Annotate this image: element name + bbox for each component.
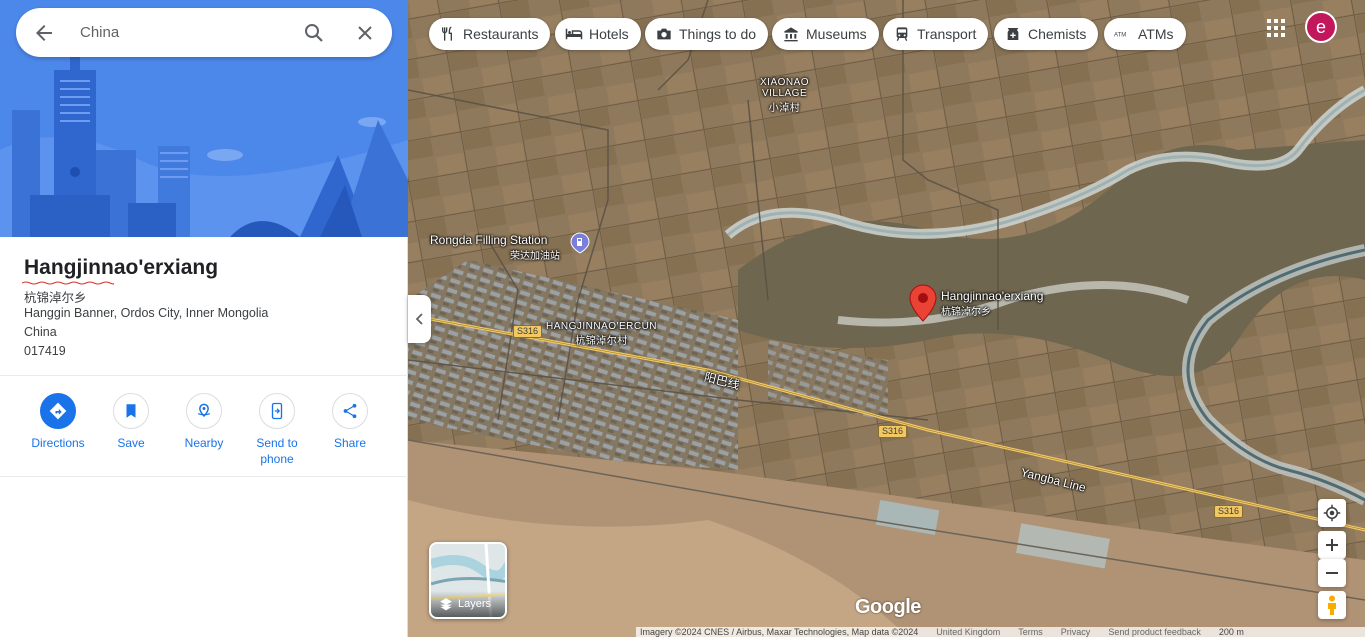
close-icon[interactable] <box>353 21 377 45</box>
atm-icon: ATM <box>1114 25 1132 43</box>
send-to-phone-icon <box>259 393 295 429</box>
fuel-station-pin-icon[interactable] <box>570 232 590 254</box>
directions-button[interactable]: Directions <box>26 393 90 451</box>
back-arrow-icon[interactable] <box>32 21 56 45</box>
camera-icon <box>655 25 673 43</box>
chip-label: Transport <box>917 26 977 42</box>
layers-icon <box>440 598 452 611</box>
chip-label: Museums <box>806 26 867 42</box>
directions-label: Directions <box>31 436 85 450</box>
save-button[interactable]: Save <box>99 393 163 451</box>
transport-icon <box>893 25 911 43</box>
directions-icon <box>40 393 76 429</box>
location-pin-icon[interactable] <box>908 284 938 322</box>
my-location-button[interactable] <box>1318 499 1346 527</box>
share-label: Share <box>333 436 367 450</box>
restaurant-icon <box>439 25 457 43</box>
pharmacy-icon <box>1004 25 1022 43</box>
chip-label: Hotels <box>589 26 629 42</box>
map-label-station[interactable]: Rongda Filling Station 荣达加油站 <box>430 233 560 262</box>
road-shield: S316 <box>878 425 908 438</box>
pin-name-cn: 杭锦淖尔乡 <box>941 307 991 318</box>
avatar-initial: e <box>1315 16 1326 37</box>
apps-grid-icon[interactable] <box>1265 17 1287 39</box>
layers-button[interactable]: Layers <box>429 542 507 619</box>
minus-icon <box>1326 572 1338 574</box>
google-logo: Google <box>855 596 921 618</box>
place-postcode: 017419 <box>24 344 66 358</box>
town-name-cn: 杭锦淖尔村 <box>575 336 628 347</box>
chip-hotels[interactable]: Hotels <box>555 18 641 50</box>
chip-transport[interactable]: Transport <box>883 18 989 50</box>
divider <box>0 476 408 477</box>
place-native-name: 杭锦淖尔乡 <box>24 291 87 305</box>
chip-label: ATMs <box>1138 26 1174 42</box>
share-icon <box>332 393 368 429</box>
chip-restaurants[interactable]: Restaurants <box>429 18 551 50</box>
region-link[interactable]: United Kingdom <box>936 627 1000 637</box>
search-input[interactable] <box>80 20 290 45</box>
share-button[interactable]: Share <box>318 393 382 451</box>
layers-label: Layers <box>458 598 492 610</box>
send-to-phone-label: Send to phone <box>256 436 298 466</box>
place-title: Hangjinnao'erxiang <box>24 256 219 279</box>
feedback-link[interactable]: Send product feedback <box>1108 627 1201 637</box>
svg-text:ATM: ATM <box>1114 32 1126 38</box>
map-label-pin[interactable]: Hangjinnao'erxiang 杭锦淖尔乡 <box>941 289 1043 318</box>
nearby-icon <box>186 393 222 429</box>
account-avatar[interactable]: e <box>1305 11 1337 43</box>
village-name-line1: XIAONAO <box>760 77 810 88</box>
privacy-link[interactable]: Privacy <box>1061 627 1091 637</box>
spellcheck-underline <box>22 281 114 285</box>
chip-things-to-do[interactable]: Things to do <box>645 18 769 50</box>
pin-name: Hangjinnao'erxiang <box>941 289 1044 303</box>
imagery-credit: Imagery ©2024 CNES / Airbus, Maxar Techn… <box>640 627 919 637</box>
map-imagery <box>408 0 1365 637</box>
divider <box>0 375 408 376</box>
crosshair-icon <box>1323 504 1341 522</box>
zoom-in-button[interactable] <box>1318 531 1346 559</box>
map-label-town[interactable]: HANGJINNAO'ERCUN 杭锦淖尔村 <box>546 321 657 347</box>
bookmark-icon <box>113 393 149 429</box>
map-footer: Imagery ©2024 CNES / Airbus, Maxar Techn… <box>636 627 1365 637</box>
road-shield: S316 <box>1214 505 1244 518</box>
chip-museums[interactable]: Museums <box>772 18 879 50</box>
hotel-icon <box>565 25 583 43</box>
plus-icon <box>1326 539 1338 551</box>
scale-label[interactable]: 200 m <box>1219 627 1244 637</box>
chip-label: Chemists <box>1028 26 1087 42</box>
town-name: HANGJINNAO'ERCUN <box>546 321 658 332</box>
village-name-line2: VILLAGE <box>761 88 808 99</box>
search-box <box>16 8 392 57</box>
map-label-village[interactable]: XIAONAO VILLAGE 小淖村 <box>760 77 809 114</box>
village-name-cn: 小淖村 <box>768 103 801 114</box>
zoom-out-button[interactable] <box>1318 559 1346 587</box>
nearby-button[interactable]: Nearby <box>172 393 236 451</box>
museum-icon <box>782 25 800 43</box>
place-panel: Hangjinnao'erxiang 杭锦淖尔乡 Hanggin Banner,… <box>0 0 408 637</box>
chevron-left-icon <box>415 313 423 325</box>
place-address: Hanggin Banner, Ordos City, Inner Mongol… <box>24 306 269 320</box>
chip-label: Restaurants <box>463 26 539 42</box>
station-name: Rongda Filling Station <box>430 233 548 247</box>
road-shield: S316 <box>513 325 543 338</box>
collapse-panel-button[interactable] <box>408 295 431 343</box>
street-view-pegman[interactable] <box>1318 591 1346 619</box>
station-name-cn: 荣达加油站 <box>510 251 560 262</box>
terms-link[interactable]: Terms <box>1018 627 1043 637</box>
chip-label: Things to do <box>679 26 757 42</box>
search-icon[interactable] <box>302 21 326 45</box>
satellite-map[interactable]: XIAONAO VILLAGE 小淖村 Rongda Filling Stati… <box>408 0 1365 637</box>
layers-label-row: Layers <box>431 591 505 617</box>
send-to-phone-button[interactable]: Send to phone <box>245 393 309 467</box>
pegman-icon <box>1328 595 1336 615</box>
place-country: China <box>24 325 57 339</box>
chip-atms[interactable]: ATM ATMs <box>1104 18 1186 50</box>
save-label: Save <box>117 436 145 450</box>
chip-chemists[interactable]: Chemists <box>994 18 1099 50</box>
nearby-label: Nearby <box>184 436 224 450</box>
